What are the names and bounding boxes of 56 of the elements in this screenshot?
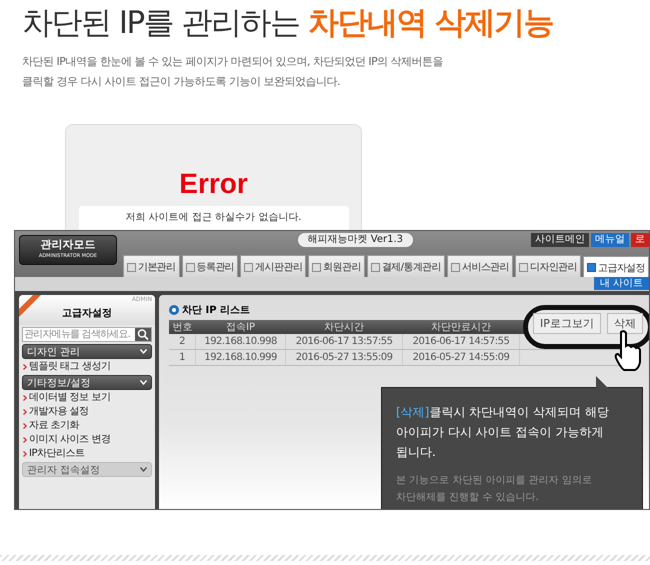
column-header: 차단시간 [286, 320, 403, 334]
list-title: 차단 IP 리스트 [182, 304, 250, 317]
column-header: 접속IP [196, 320, 286, 334]
search-icon [135, 328, 151, 341]
menu-tab[interactable]: 고급자설정 [582, 256, 649, 277]
table-cell: 2016-06-17 14:57:55 [402, 334, 520, 350]
menu-item[interactable]: 개발자용 설정 [27, 406, 91, 418]
row-action-button[interactable]: 삭제 [606, 312, 643, 334]
tooltip-text: [삭제]클릭시 차단내역이 삭제되며 해당 아이피가 다시 사이트 접속이 가능하게 됩니다. [396, 404, 610, 461]
row-action-button[interactable]: IP로그보기 [533, 312, 601, 334]
tooltip-note: 본 기능으로 차단된 아이피를 관리자 임의로 차단해제를 진행할 수 있습니다. [396, 474, 593, 505]
menu-item[interactable]: 템플릿 태그 생성기 [27, 361, 112, 373]
table-cell: 2016-06-17 13:57:55 [286, 334, 403, 350]
table-cell: 2016-05-27 13:55:09 [286, 350, 403, 366]
column-header: 차단만료시간 [402, 320, 520, 334]
description: 차단된 IP내역을 한눈에 볼 수 있는 페이지가 마련되어 있으며, 차단되었던 IP의 삭제버튼을 클릭할 경우 다시 사이트 접근이 가능하도록 기능이 보완되었습니다. [22, 54, 444, 90]
table-cell: 2016-05-27 14:55:09 [402, 350, 520, 366]
arrow-right-icon [23, 423, 27, 429]
menu-item[interactable]: 이미지 사이즈 변경 [27, 434, 112, 446]
menu-section[interactable]: 디자인 관리 [22, 344, 152, 359]
menu-tab[interactable]: 게시판관리 [240, 255, 306, 277]
hand-cursor-icon [613, 330, 643, 372]
menu-tab[interactable]: 디자인관리 [514, 255, 581, 277]
arrow-right-icon [23, 451, 27, 457]
menu-section[interactable]: 기타정보/설정 [22, 375, 152, 390]
top-button[interactable]: 메뉴얼 [591, 233, 629, 247]
chevron-down-icon [140, 380, 147, 385]
menu-search-field[interactable]: 관리자메뉴를 검색하세요. [22, 327, 152, 342]
table-cell: 2 [169, 334, 196, 350]
menu-item[interactable]: 자료 초기화 [27, 420, 82, 432]
table-cell: 192.168.10.998 [196, 334, 286, 350]
arrow-right-icon [23, 409, 27, 415]
chevron-down-icon [140, 467, 147, 472]
chevron-down-icon [140, 349, 147, 354]
menu-tab[interactable]: 결제/통계관리 [366, 255, 445, 277]
menu-item[interactable]: 데이터별 정보 보기 [27, 392, 112, 404]
table-cell: 1 [169, 350, 196, 366]
arrow-right-icon [23, 395, 27, 401]
info-icon [169, 305, 179, 315]
menu-tab[interactable]: 등록관리 [182, 255, 238, 277]
menu-tab[interactable]: 서비스관리 [446, 255, 513, 277]
arrow-right-icon [23, 437, 27, 443]
my-site-button[interactable]: 내 사이트 [594, 277, 649, 290]
site-title: 해피재능마켓 Ver1.3 [298, 233, 413, 247]
headline: 차단된 IP를 관리하는 차단내역 삭제기능 [21, 4, 554, 42]
menu-item[interactable]: IP차단리스트 [27, 448, 86, 460]
top-button[interactable]: 로 [631, 233, 649, 247]
menu-tab[interactable]: 기본관리 [122, 255, 180, 277]
sidebar-title: 고급자설정 [62, 307, 112, 320]
table-cell: 192.168.10.999 [196, 350, 286, 366]
arrow-right-icon [23, 364, 27, 370]
error-title: Error [179, 168, 248, 200]
column-header: 번호 [169, 320, 196, 334]
top-button[interactable]: 사이트메인 [531, 233, 589, 247]
menu-tab[interactable]: 회원관리 [308, 255, 365, 277]
error-message: 저희 사이트에 접근 하실수가 없습니다. [78, 206, 348, 230]
